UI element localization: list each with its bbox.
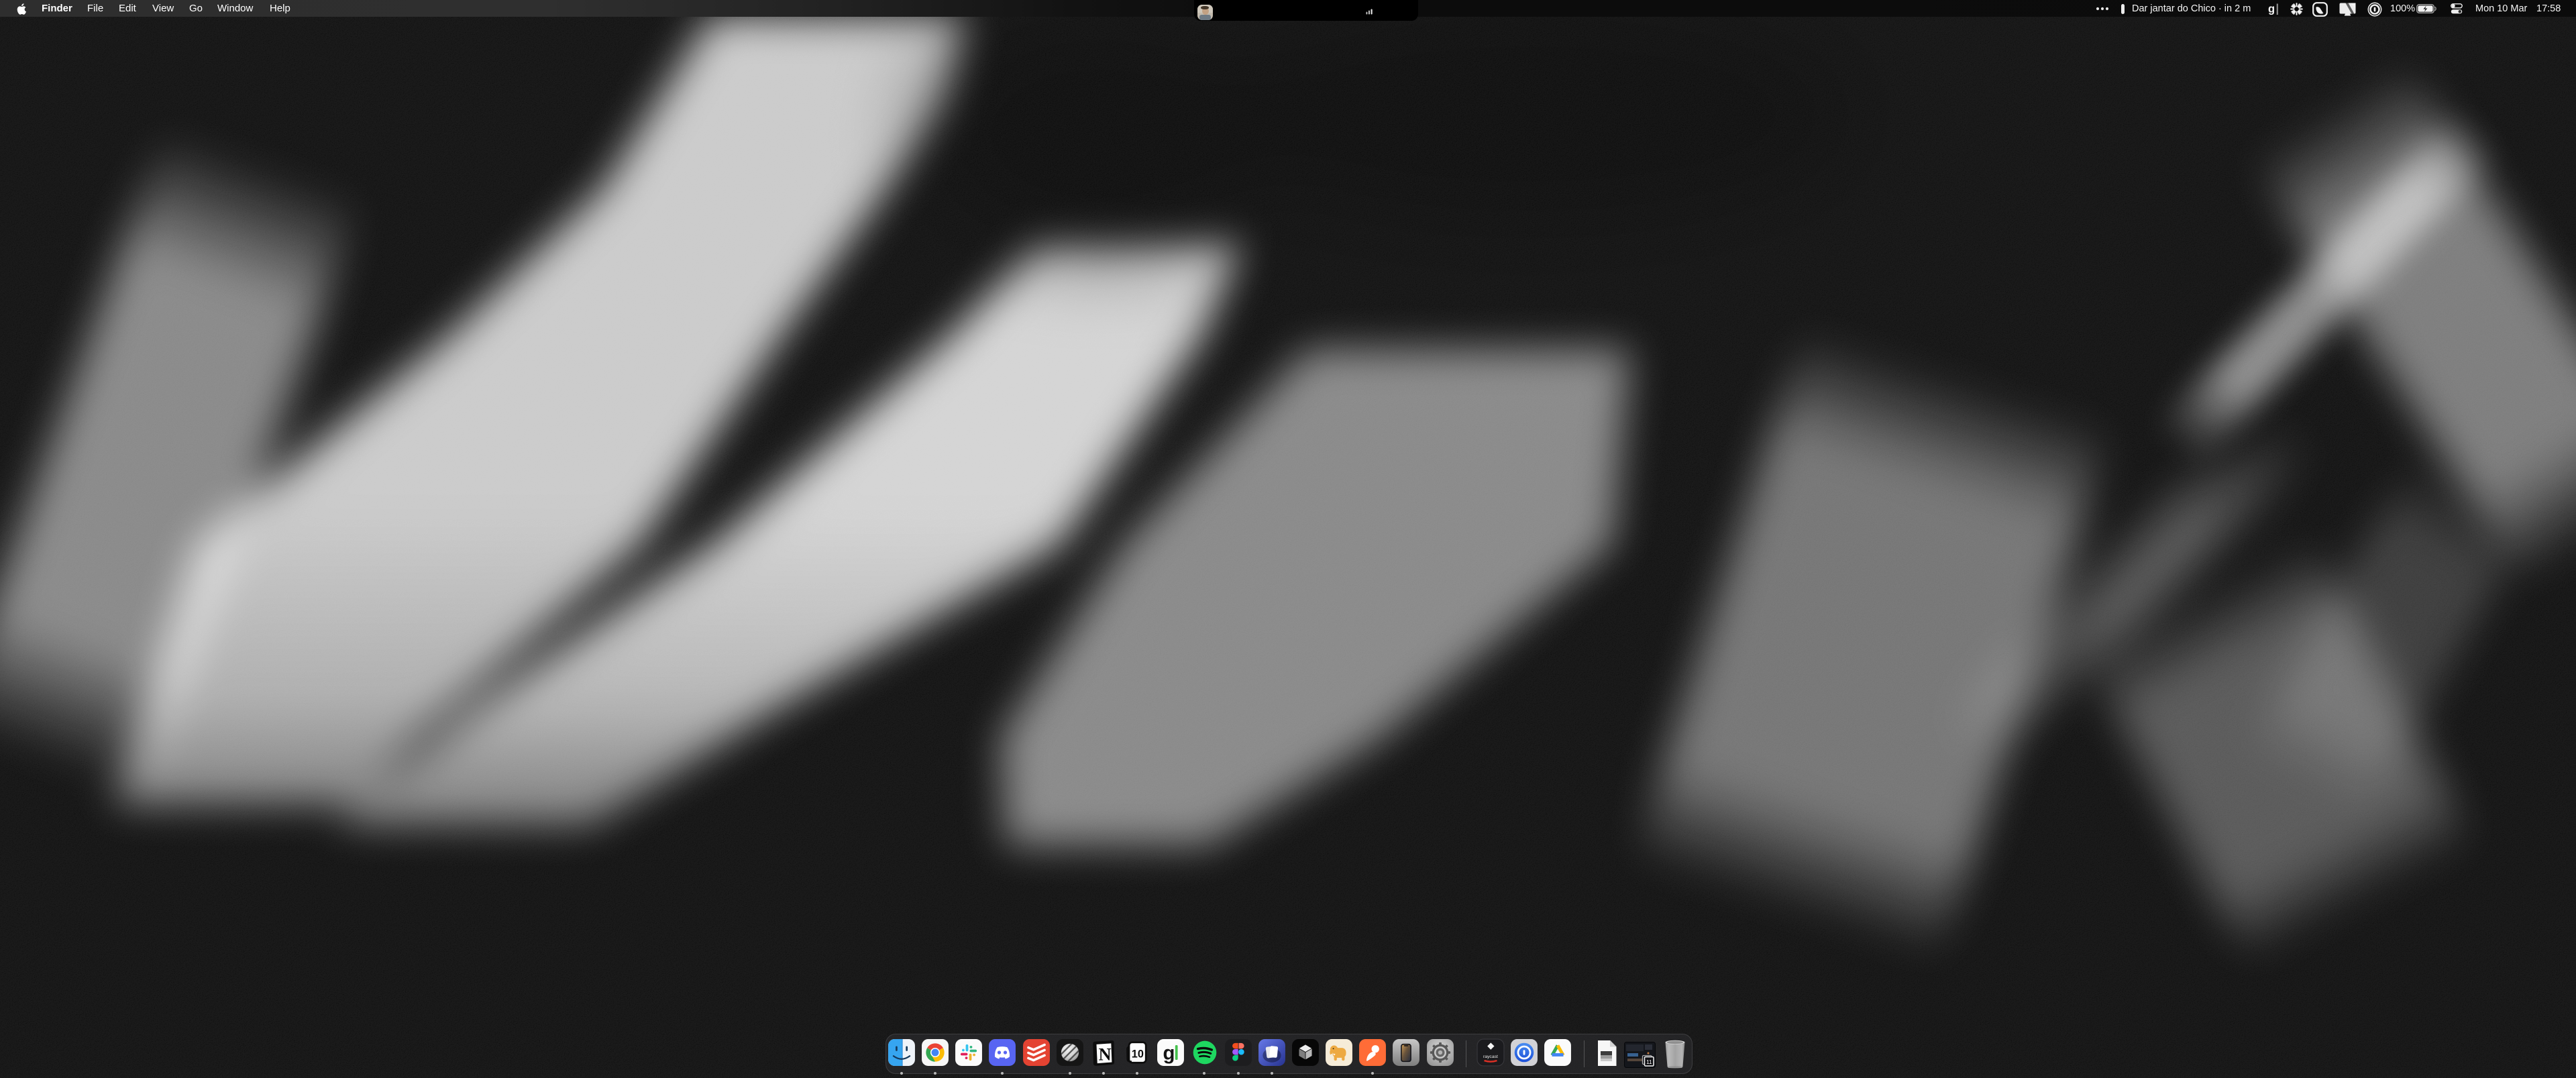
svg-text:raycast: raycast <box>1483 1055 1498 1059</box>
svg-text:N: N <box>1099 1045 1112 1065</box>
svg-text:g: g <box>1163 1042 1175 1065</box>
svg-text:10: 10 <box>1132 1048 1144 1060</box>
svg-text:11: 11 <box>1646 1059 1652 1065</box>
svg-text:g: g <box>2268 3 2275 15</box>
